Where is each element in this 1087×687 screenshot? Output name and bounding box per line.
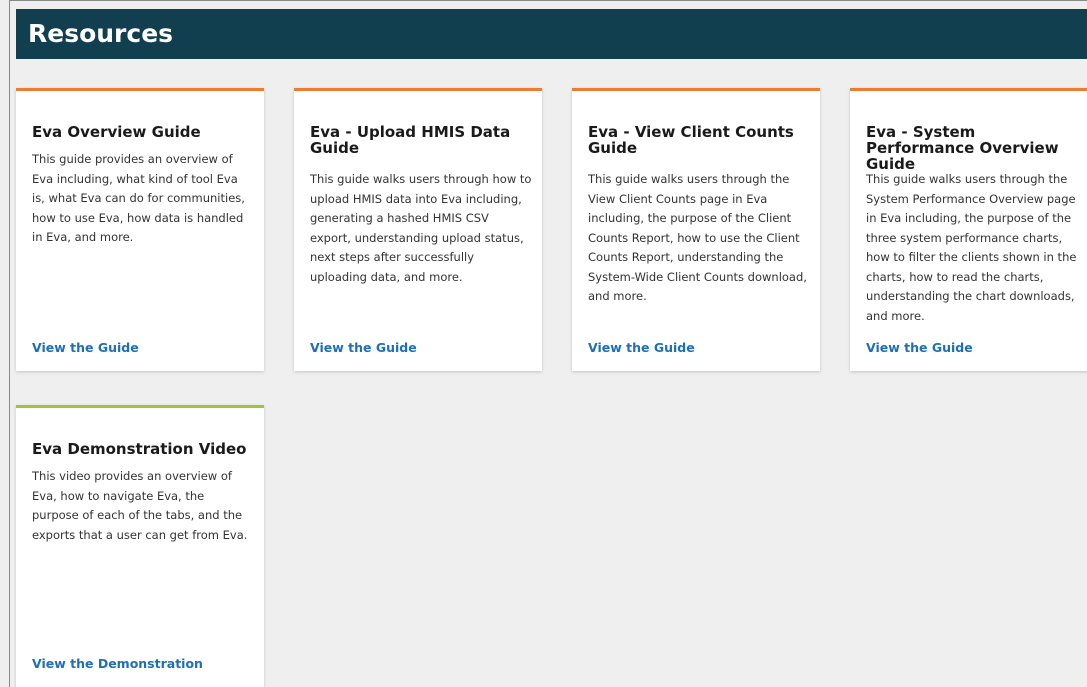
- card-accent-bar: [294, 88, 542, 91]
- resource-card-upload-hmis-guide: Eva - Upload HMIS Data Guide This guide …: [294, 88, 542, 371]
- card-title: Eva - System Performance Overview Guide: [866, 123, 1059, 173]
- view-guide-link[interactable]: View the Guide: [310, 340, 417, 356]
- page-header: Resources: [16, 9, 1087, 59]
- card-description: This video provides an overview of Eva, …: [32, 469, 248, 542]
- card-accent-bar: [16, 405, 264, 408]
- card-description: This guide walks users through the Syste…: [866, 172, 1077, 323]
- card-title: Eva Overview Guide: [32, 123, 201, 141]
- page-title: Resources: [28, 19, 174, 48]
- card-description: This guide walks users through how to up…: [310, 172, 532, 284]
- resource-card-overview-guide: Eva Overview Guide This guide provides a…: [16, 88, 264, 371]
- card-accent-bar: [572, 88, 820, 91]
- card-accent-bar: [16, 88, 264, 91]
- resource-card-demonstration-video: Eva Demonstration Video This video provi…: [16, 405, 264, 687]
- resource-card-system-performance-guide: Eva - System Performance Overview Guide …: [850, 88, 1087, 371]
- view-guide-link[interactable]: View the Guide: [866, 340, 973, 356]
- resources-page: Resources Eva Overview Guide This guide …: [9, 0, 1087, 687]
- card-title: Eva - Upload HMIS Data Guide: [310, 123, 511, 157]
- card-description: This guide provides an overview of Eva i…: [32, 152, 245, 244]
- card-title: Eva Demonstration Video: [32, 440, 247, 458]
- view-guide-link[interactable]: View the Guide: [588, 340, 695, 356]
- card-title: Eva - View Client Counts Guide: [588, 123, 794, 157]
- card-accent-bar: [850, 88, 1087, 91]
- view-demonstration-link[interactable]: View the Demonstration: [32, 656, 203, 672]
- resource-card-client-counts-guide: Eva - View Client Counts Guide This guid…: [572, 88, 820, 371]
- view-guide-link[interactable]: View the Guide: [32, 340, 139, 356]
- card-description: This guide walks users through the View …: [588, 172, 807, 303]
